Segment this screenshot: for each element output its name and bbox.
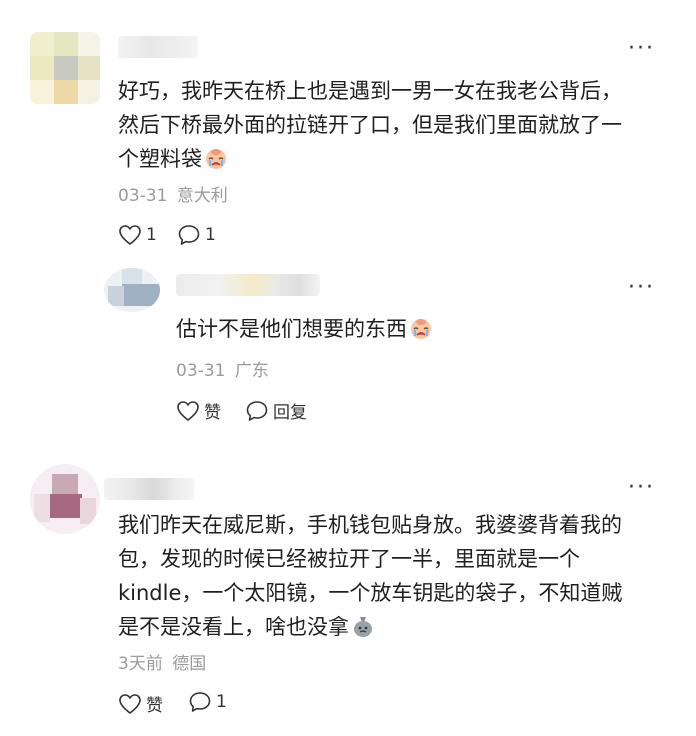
more-dots-icon[interactable]: ··· bbox=[628, 277, 655, 299]
reply-meta: 03-31 广东 bbox=[176, 361, 269, 381]
username-blurred[interactable] bbox=[118, 36, 198, 58]
like-button[interactable]: 赞 bbox=[176, 398, 221, 423]
more-dots-icon[interactable]: ··· bbox=[628, 477, 655, 499]
reply-count: 1 bbox=[216, 692, 227, 712]
reply-count: 1 bbox=[205, 225, 216, 245]
like-label: 赞 bbox=[204, 403, 221, 423]
like-button[interactable]: 1 bbox=[118, 224, 157, 246]
comment-date: 03-31 bbox=[118, 186, 168, 206]
comment-location: 德国 bbox=[172, 654, 207, 674]
reply-date: 03-31 bbox=[176, 361, 226, 381]
comment-location: 意大利 bbox=[176, 186, 228, 206]
comment-meta: 3天前 德国 bbox=[118, 654, 206, 674]
money-bag-emoji bbox=[354, 617, 372, 637]
reply-location: 广东 bbox=[234, 361, 269, 381]
comment-date: 3天前 bbox=[118, 654, 163, 674]
more-dots-icon[interactable]: ··· bbox=[628, 38, 655, 60]
like-count: 1 bbox=[146, 225, 157, 245]
avatar[interactable] bbox=[30, 464, 100, 534]
comment-bubble-icon bbox=[178, 225, 200, 245]
crying-face-emoji bbox=[206, 149, 226, 169]
username-blurred[interactable] bbox=[104, 478, 194, 500]
comment-meta: 03-31 意大利 bbox=[118, 186, 228, 206]
reply-label: 回复 bbox=[273, 403, 307, 423]
heart-icon bbox=[119, 225, 141, 245]
heart-icon bbox=[119, 693, 141, 714]
comment-bubble-icon bbox=[189, 692, 211, 712]
avatar[interactable] bbox=[30, 32, 100, 104]
like-label: 赞 bbox=[146, 696, 163, 716]
heart-icon bbox=[177, 400, 199, 421]
comment-bubble-icon bbox=[246, 400, 268, 421]
reply-text: 估计不是他们想要的东西 bbox=[176, 312, 433, 346]
reply-button[interactable]: 回复 bbox=[245, 398, 307, 423]
reply-button[interactable]: 1 bbox=[177, 224, 216, 246]
comment-text: 我们昨天在威尼斯，手机钱包贴身放。我婆婆背着我的 包，发现的时候已经被拉开了一半… bbox=[118, 513, 623, 639]
reply-button[interactable]: 1 bbox=[188, 691, 227, 713]
crying-face-emoji bbox=[411, 319, 431, 339]
username-blurred[interactable] bbox=[176, 274, 320, 296]
avatar[interactable] bbox=[104, 268, 160, 312]
like-button[interactable]: 赞 bbox=[118, 691, 163, 716]
comment-text: 好巧，我昨天在桥上也是遇到一男一女在我老公背后， 然后下桥最外面的拉链开了口，但… bbox=[118, 79, 622, 171]
